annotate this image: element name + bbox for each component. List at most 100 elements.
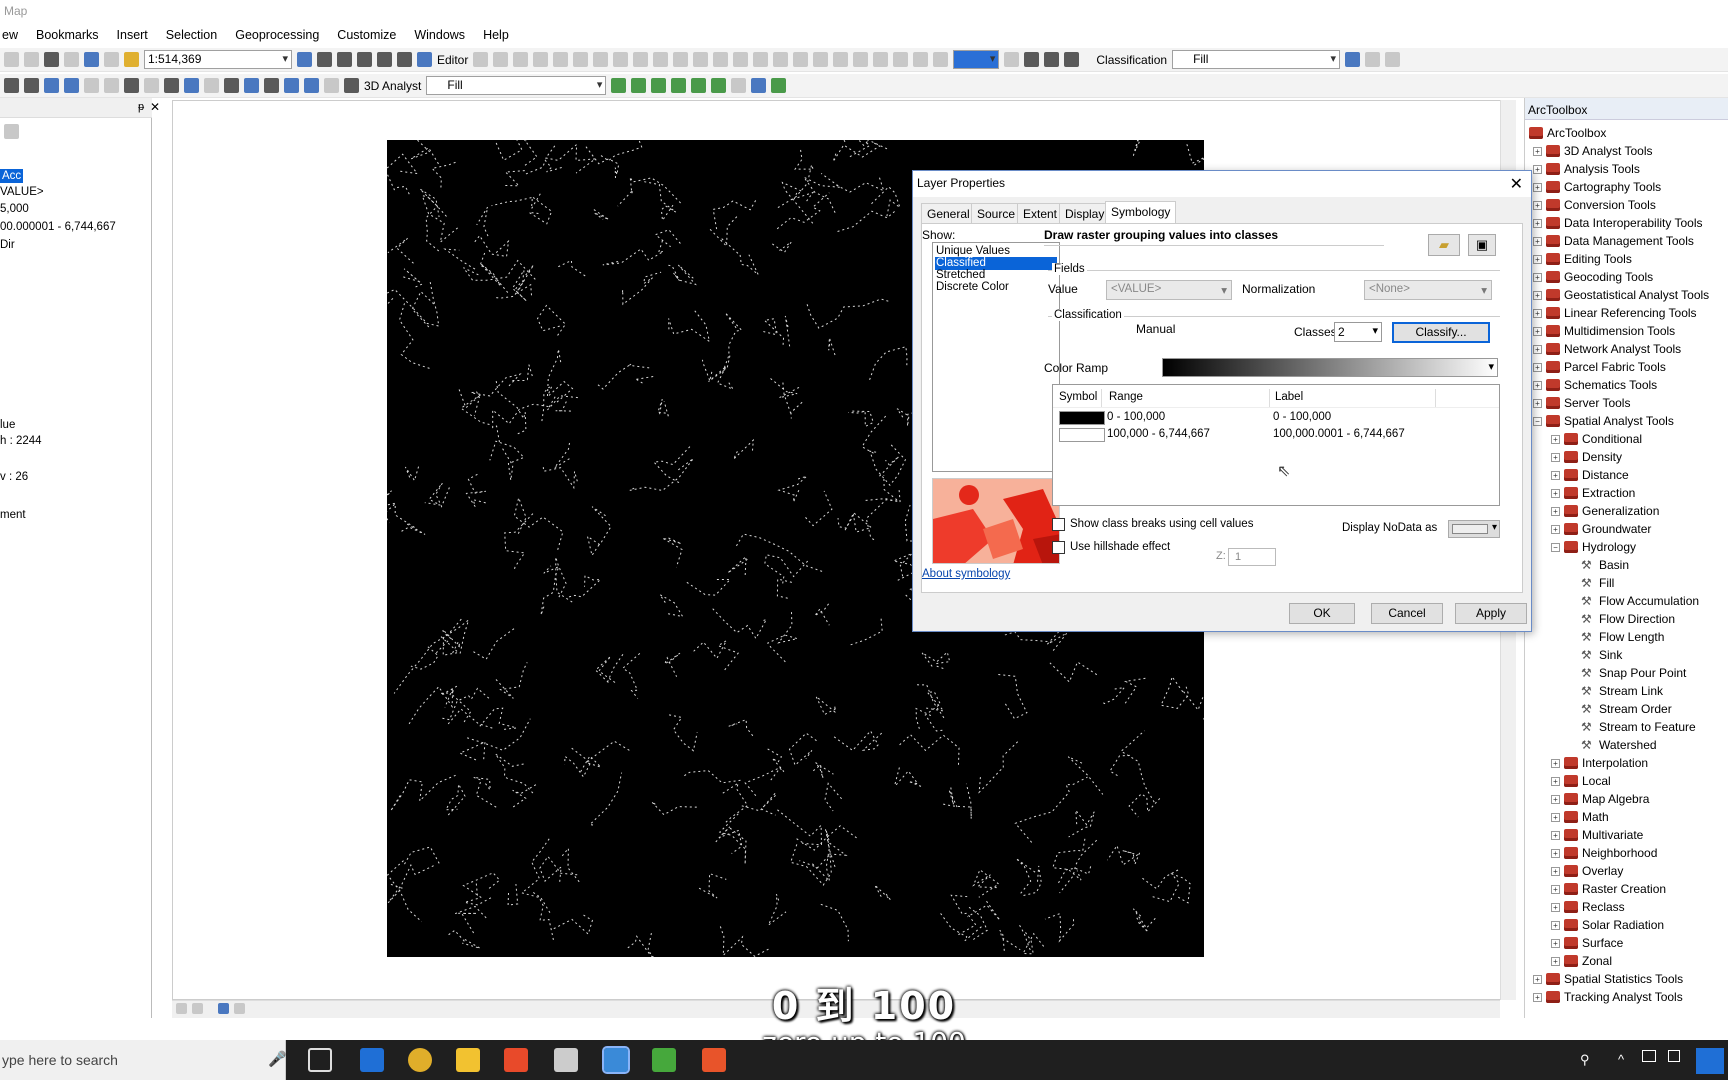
- nodata-color-picker[interactable]: ▾: [1448, 520, 1500, 538]
- steepest-path-icon[interactable]: [631, 78, 647, 93]
- edit-tool-icon[interactable]: [473, 52, 489, 67]
- toolset-item[interactable]: − Hydrology: [1551, 538, 1636, 556]
- interpolate-line-icon[interactable]: [691, 78, 707, 93]
- expand-icon[interactable]: +: [1533, 308, 1542, 318]
- class-1-symbol-swatch[interactable]: [1059, 411, 1105, 425]
- list-by-drawing-order-icon[interactable]: [4, 124, 19, 139]
- toc-layer[interactable]: ment: [0, 509, 26, 521]
- class-2-symbol-swatch[interactable]: [1059, 428, 1105, 442]
- delete-icon[interactable]: [64, 52, 79, 67]
- expand-icon[interactable]: +: [1551, 758, 1560, 768]
- arctoolbox-icon[interactable]: [377, 52, 392, 67]
- tray-overflow-icon[interactable]: ^: [1618, 1052, 1624, 1067]
- expand-icon[interactable]: +: [1551, 902, 1560, 912]
- toolset-item[interactable]: + Math: [1551, 808, 1609, 826]
- interpolate-polygon-icon[interactable]: [711, 78, 727, 93]
- hydrology-tool-item[interactable]: ⚒ Sink: [1581, 646, 1622, 664]
- toolset-item[interactable]: + Zonal: [1551, 952, 1612, 970]
- edit-vertices-icon[interactable]: [593, 52, 609, 67]
- expand-icon[interactable]: +: [1533, 182, 1542, 192]
- class-symbol-table[interactable]: Symbol Range Label 0 - 100,000 0 - 100,0…: [1052, 384, 1500, 506]
- z-factor-input[interactable]: 1: [1228, 548, 1276, 566]
- profile-graph-icon[interactable]: [731, 78, 747, 93]
- toolbox-item[interactable]: + Network Analyst Tools: [1533, 340, 1681, 358]
- expand-icon[interactable]: +: [1551, 794, 1560, 804]
- tab-source[interactable]: Source: [971, 203, 1022, 223]
- reshape-icon[interactable]: [613, 52, 629, 67]
- class-1-range[interactable]: 0 - 100,000: [1107, 411, 1165, 423]
- tab-general[interactable]: General: [921, 203, 976, 223]
- zoom-whole-page-icon[interactable]: [833, 52, 849, 67]
- class-1-label[interactable]: 0 - 100,000: [1273, 411, 1331, 423]
- point-icon[interactable]: [573, 52, 589, 67]
- end-point-arc-icon[interactable]: [533, 52, 549, 67]
- expand-icon[interactable]: +: [1551, 776, 1560, 786]
- toolbox-item[interactable]: + Geostatistical Analyst Tools: [1533, 286, 1709, 304]
- identify-icon[interactable]: [184, 78, 199, 93]
- hydrology-tool-item[interactable]: ⚒ Basin: [1581, 556, 1629, 574]
- expand-icon[interactable]: +: [1551, 884, 1560, 894]
- normalization-combo[interactable]: <None>: [1364, 280, 1492, 300]
- expand-icon[interactable]: +: [1533, 254, 1542, 264]
- data-driven-pages-icon[interactable]: [1064, 52, 1080, 67]
- hillshade-checkbox[interactable]: [1052, 541, 1065, 554]
- fixed-zoom-in-icon[interactable]: [873, 52, 889, 67]
- sketch-properties-icon[interactable]: [713, 52, 729, 67]
- people-icon[interactable]: ⚲: [1580, 1052, 1590, 1068]
- expand-icon[interactable]: +: [1551, 956, 1560, 966]
- toc-close-icon[interactable]: ✕: [150, 100, 160, 114]
- hydrology-tool-item[interactable]: ⚒ Flow Direction: [1581, 610, 1675, 628]
- hydrology-tool-item[interactable]: ⚒ Stream Order: [1581, 700, 1672, 718]
- open-folder-icon[interactable]: ▰: [1428, 234, 1460, 256]
- table-of-contents-icon[interactable]: [317, 52, 332, 67]
- renderer-discrete-color[interactable]: Discrete Color: [935, 281, 1009, 294]
- dialog-close-icon[interactable]: ✕: [1510, 174, 1523, 194]
- app-tray-icon[interactable]: [1696, 1048, 1724, 1074]
- model-builder-icon[interactable]: [417, 52, 432, 67]
- col-header-symbol[interactable]: Symbol: [1059, 391, 1097, 403]
- toggle-draft-mode-icon[interactable]: [1004, 52, 1020, 67]
- select-elements-icon[interactable]: [84, 78, 99, 93]
- 3d-analyst-menu[interactable]: 3D Analyst: [364, 79, 421, 93]
- menu-selection[interactable]: Selection: [166, 28, 217, 42]
- expand-icon[interactable]: +: [1533, 326, 1542, 336]
- classify-button[interactable]: Classify...: [1392, 322, 1490, 343]
- hydrology-tool-item[interactable]: ⚒ Flow Accumulation: [1581, 592, 1699, 610]
- arccatalog-taskbar-icon[interactable]: [602, 1046, 630, 1074]
- go-to-xy-icon[interactable]: [304, 78, 319, 93]
- create-features-icon[interactable]: [733, 52, 749, 67]
- layout-zoom-in-icon[interactable]: [773, 52, 789, 67]
- tab-extent[interactable]: Extent: [1017, 203, 1064, 223]
- class-2-range[interactable]: 100,000 - 6,744,667: [1107, 428, 1210, 440]
- expand-icon[interactable]: +: [1533, 380, 1542, 390]
- toolset-item[interactable]: + Overlay: [1551, 862, 1623, 880]
- expand-icon[interactable]: +: [1551, 434, 1560, 444]
- arcmap-taskbar-icon[interactable]: [554, 1048, 578, 1072]
- expand-icon[interactable]: +: [1533, 272, 1542, 282]
- classes-combo[interactable]: 2 ▾: [1334, 322, 1382, 342]
- toolset-item[interactable]: + Conditional: [1551, 430, 1642, 448]
- editor-menu[interactable]: Editor: [437, 53, 468, 67]
- expand-icon[interactable]: +: [1551, 920, 1560, 930]
- expand-icon[interactable]: +: [1551, 524, 1560, 534]
- layout-pan-icon[interactable]: [813, 52, 829, 67]
- create-viewer-window-icon[interactable]: [344, 78, 359, 93]
- toolset-item[interactable]: + Solar Radiation: [1551, 916, 1664, 934]
- select-features-icon[interactable]: [124, 78, 139, 93]
- search-window-icon[interactable]: [357, 52, 372, 67]
- toolset-item[interactable]: + Interpolation: [1551, 754, 1648, 772]
- hydrology-tool-item[interactable]: ⚒ Fill: [1581, 574, 1614, 592]
- find-icon[interactable]: [264, 78, 279, 93]
- expand-icon[interactable]: +: [1551, 812, 1560, 822]
- menu-view[interactable]: ew: [2, 28, 18, 42]
- hydrology-tool-item[interactable]: ⚒ Watershed: [1581, 736, 1657, 754]
- expand-icon[interactable]: +: [1551, 866, 1560, 876]
- toolbox-item[interactable]: + Analysis Tools: [1533, 160, 1640, 178]
- menu-help[interactable]: Help: [483, 28, 509, 42]
- microphone-icon[interactable]: 🎤: [268, 1050, 287, 1068]
- expand-icon[interactable]: +: [1533, 362, 1542, 372]
- toc-layer-flow-accumulation[interactable]: Acc: [0, 169, 24, 183]
- time-slider-icon[interactable]: [324, 78, 339, 93]
- collapse-icon[interactable]: −: [1533, 416, 1542, 426]
- fixed-zoom-icon[interactable]: [24, 78, 39, 93]
